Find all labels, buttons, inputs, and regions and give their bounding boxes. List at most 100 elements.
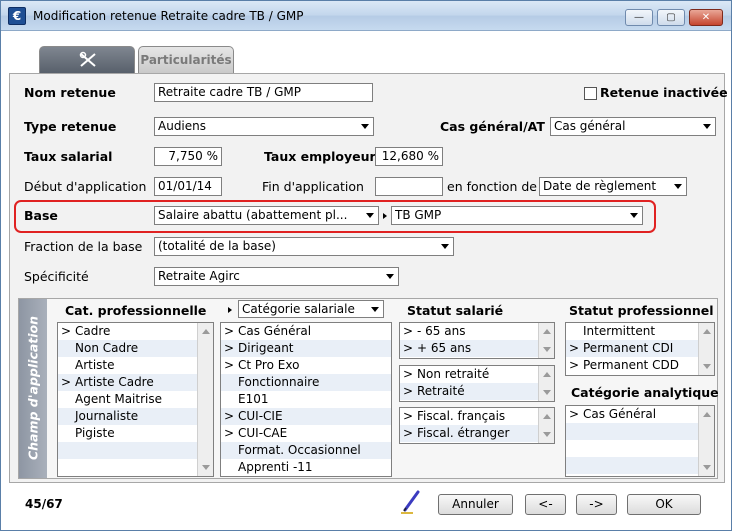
taux-salarial-label: Taux salarial bbox=[24, 149, 113, 164]
scrollbar[interactable] bbox=[698, 406, 714, 476]
en-fonction-de-select[interactable]: Date de règlement bbox=[539, 177, 687, 196]
list-item[interactable]: > Cas Général bbox=[221, 323, 391, 340]
scroll-down-icon[interactable] bbox=[703, 465, 711, 470]
base-select[interactable]: Salaire abattu (abattement pl... bbox=[154, 206, 379, 225]
scroll-down-icon[interactable] bbox=[543, 347, 551, 352]
annuler-button[interactable]: Annuler bbox=[438, 494, 513, 515]
scroll-up-icon[interactable] bbox=[543, 414, 551, 419]
list-item-label: Non Cadre bbox=[75, 341, 139, 355]
list-item-label: Fiscal. français bbox=[417, 409, 506, 423]
list-item-label: Pigiste bbox=[75, 426, 115, 440]
dialog-window: € Modification retenue Retraite cadre TB… bbox=[0, 0, 732, 531]
list-item[interactable]: Artiste bbox=[58, 357, 213, 374]
list-item[interactable]: Fonctionnaire bbox=[221, 374, 391, 391]
scroll-down-icon[interactable] bbox=[543, 390, 551, 395]
list-item[interactable]: Intermittent bbox=[566, 323, 714, 340]
fraction-base-select[interactable]: (totalité de la base) bbox=[154, 237, 454, 256]
retenue-inactivee-checkbox[interactable] bbox=[584, 87, 597, 100]
list-item[interactable] bbox=[58, 442, 213, 459]
scroll-down-icon[interactable] bbox=[543, 432, 551, 437]
close-button[interactable]: ✕ bbox=[689, 9, 723, 26]
maximize-button[interactable]: ▢ bbox=[657, 9, 685, 26]
list-item[interactable] bbox=[566, 457, 714, 474]
champ-application-label: Champ d'application bbox=[25, 315, 41, 461]
scrollbar[interactable] bbox=[538, 323, 554, 358]
tab-particularites[interactable]: Particularités bbox=[138, 46, 234, 73]
scrollbar[interactable] bbox=[698, 323, 714, 375]
selection-marker: > bbox=[224, 324, 235, 338]
scrollbar[interactable] bbox=[538, 408, 554, 443]
scroll-up-icon[interactable] bbox=[202, 329, 210, 334]
list-item[interactable]: > Non retraité bbox=[400, 366, 554, 383]
retraite-list[interactable]: > Non retraité > Retraité bbox=[399, 365, 555, 402]
fin-application-input[interactable] bbox=[375, 177, 443, 196]
retenue-inactivee-label: Retenue inactivée bbox=[600, 85, 728, 100]
list-item[interactable]: > - 65 ans bbox=[400, 323, 554, 340]
taux-salarial-input[interactable]: 7,750 % bbox=[154, 147, 222, 166]
list-item[interactable]: > Fiscal. étranger bbox=[400, 425, 554, 442]
scroll-up-icon[interactable] bbox=[703, 412, 711, 417]
fraction-base-value: (totalité de la base) bbox=[158, 239, 276, 253]
list-item[interactable]: > Permanent CDI bbox=[566, 340, 714, 357]
base-value: Salaire abattu (abattement pl... bbox=[158, 208, 348, 222]
list-item-label: Fiscal. étranger bbox=[417, 426, 510, 440]
list-item[interactable]: > + 65 ans bbox=[400, 340, 554, 357]
cat-professionnelle-items: > Cadre Non Cadre Artiste > Artiste Cadre Agen… bbox=[58, 323, 213, 476]
fiscal-list[interactable]: > Fiscal. français > Fiscal. étranger bbox=[399, 407, 555, 444]
pen-edit-icon[interactable] bbox=[399, 489, 423, 515]
selection-marker: > bbox=[224, 426, 235, 440]
categorie-salariale-list[interactable]: > Cas Général > Dirigeant > Ct Pro Exo Fonctio… bbox=[220, 322, 392, 477]
list-item[interactable]: Apprenti -11 bbox=[221, 459, 391, 476]
list-item[interactable] bbox=[566, 423, 714, 440]
list-item[interactable]: > CUI-CAE bbox=[221, 425, 391, 442]
base-detail-select[interactable]: TB GMP bbox=[391, 206, 643, 225]
list-item[interactable]: Pigiste bbox=[58, 425, 213, 442]
list-item[interactable]: E101 bbox=[221, 391, 391, 408]
tab-general[interactable] bbox=[39, 46, 135, 73]
previous-button[interactable]: <- bbox=[525, 494, 566, 515]
list-item-label: Agent Maitrise bbox=[75, 392, 162, 406]
list-item[interactable]: > Fiscal. français bbox=[400, 408, 554, 425]
list-item[interactable]: > Artiste Cadre bbox=[58, 374, 213, 391]
cas-general-select[interactable]: Cas général bbox=[550, 117, 716, 136]
list-item[interactable]: Journaliste bbox=[58, 408, 213, 425]
ok-button[interactable]: OK bbox=[627, 494, 701, 515]
list-item[interactable]: > Dirigeant bbox=[221, 340, 391, 357]
scrollbar[interactable] bbox=[197, 323, 213, 476]
list-item[interactable] bbox=[566, 440, 714, 457]
list-item[interactable]: > Ct Pro Exo bbox=[221, 357, 391, 374]
specificite-select[interactable]: Retraite Agirc bbox=[154, 267, 399, 286]
scroll-down-icon[interactable] bbox=[703, 364, 711, 369]
statut-salarie-list[interactable]: > - 65 ans > + 65 ans bbox=[399, 322, 555, 359]
title-bar[interactable]: € Modification retenue Retraite cadre TB… bbox=[1, 1, 731, 31]
taux-employeur-input[interactable]: 12,680 % bbox=[375, 147, 443, 166]
list-item[interactable]: > Permanent CDD bbox=[566, 357, 714, 374]
list-item[interactable] bbox=[58, 459, 213, 476]
debut-application-input[interactable]: 01/01/14 bbox=[154, 177, 222, 196]
list-item-label: + 65 ans bbox=[417, 341, 472, 355]
statut-salarie-header: Statut salarié bbox=[407, 303, 504, 318]
scrollbar[interactable] bbox=[538, 366, 554, 401]
list-item[interactable]: > CUI-CIE bbox=[221, 408, 391, 425]
scroll-down-icon[interactable] bbox=[202, 465, 210, 470]
nom-retenue-input[interactable]: Retraite cadre TB / GMP bbox=[154, 83, 373, 102]
type-retenue-select[interactable]: Audiens bbox=[154, 117, 374, 136]
next-button[interactable]: -> bbox=[576, 494, 617, 515]
categorie-analytique-list[interactable]: > Cas Général bbox=[565, 405, 715, 477]
categorie-salariale-select[interactable]: Catégorie salariale bbox=[238, 300, 384, 318]
list-item[interactable]: > Retraité bbox=[400, 383, 554, 400]
scroll-up-icon[interactable] bbox=[703, 329, 711, 334]
list-item[interactable]: Non Cadre bbox=[58, 340, 213, 357]
list-item[interactable]: > Cadre bbox=[58, 323, 213, 340]
en-fonction-de-label: en fonction de bbox=[447, 179, 537, 194]
list-item[interactable]: Format. Occasionnel bbox=[221, 442, 391, 459]
scroll-up-icon[interactable] bbox=[543, 329, 551, 334]
cat-professionnelle-list[interactable]: > Cadre Non Cadre Artiste > Artiste Cadre Agen… bbox=[57, 322, 214, 477]
minimize-button[interactable]: — bbox=[625, 9, 653, 26]
taux-employeur-label: Taux employeur bbox=[264, 149, 376, 164]
list-item[interactable]: Agent Maitrise bbox=[58, 391, 213, 408]
statut-professionnel-list[interactable]: Intermittent > Permanent CDI > Permanent CDD bbox=[565, 322, 715, 376]
list-item[interactable]: > Cas Général bbox=[566, 406, 714, 423]
record-counter: 45/67 bbox=[25, 497, 63, 511]
scroll-up-icon[interactable] bbox=[543, 372, 551, 377]
